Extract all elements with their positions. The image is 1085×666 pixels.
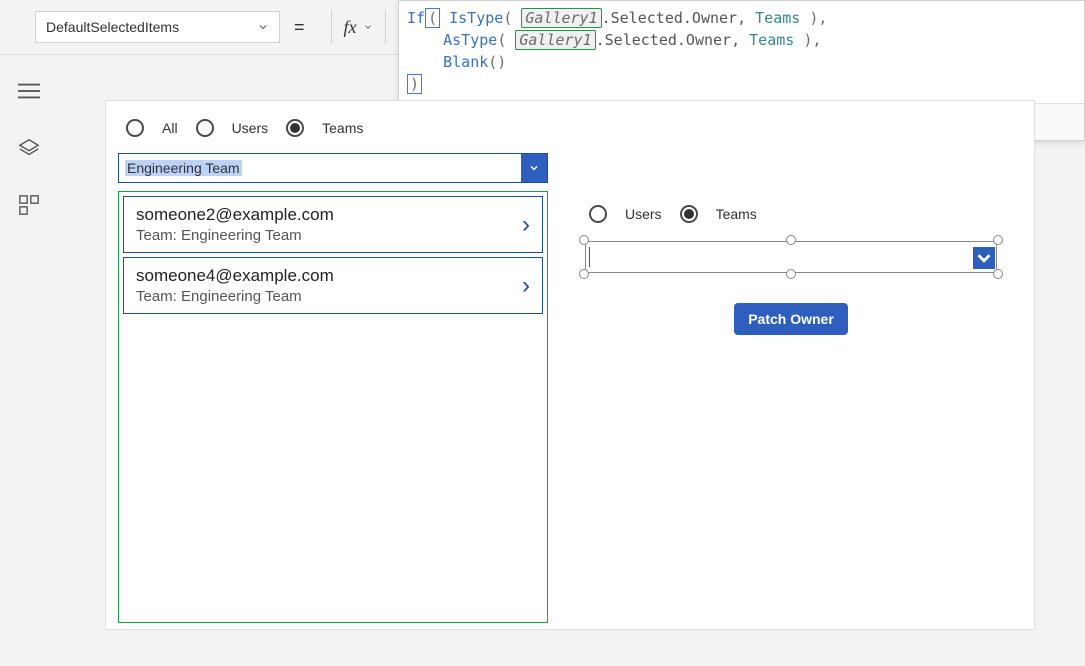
right-radio-group: Users Teams — [589, 201, 1001, 227]
radio-teams-label: Teams — [716, 206, 757, 222]
fx-button[interactable]: fx — [344, 17, 373, 38]
resize-handle[interactable] — [786, 269, 796, 279]
divider — [385, 10, 386, 44]
team-dropdown-value: Engineering Team — [125, 160, 242, 176]
equals-sign: = — [294, 17, 305, 38]
chevron-down-icon — [973, 247, 995, 269]
gallery-ref: Gallery1 — [515, 30, 595, 50]
left-radio-group: All Users Teams — [126, 115, 548, 141]
chevron-right-icon: › — [522, 211, 530, 239]
team-dropdown[interactable]: Engineering Team — [118, 153, 548, 183]
left-rail — [0, 55, 57, 666]
resize-handle[interactable] — [993, 269, 1003, 279]
resize-handle[interactable] — [786, 235, 796, 245]
property-name: DefaultSelectedItems — [46, 19, 179, 35]
list-item[interactable]: someone2@example.com Team: Engineering T… — [123, 196, 543, 253]
components-icon[interactable] — [18, 194, 40, 221]
resize-handle[interactable] — [993, 235, 1003, 245]
list-item[interactable]: someone4@example.com Team: Engineering T… — [123, 257, 543, 314]
item-team: Team: Engineering Team — [136, 227, 334, 244]
item-email: someone4@example.com — [136, 266, 334, 286]
radio-users[interactable] — [196, 119, 214, 137]
chevron-right-icon: › — [522, 272, 530, 300]
radio-teams-label: Teams — [322, 120, 363, 136]
resize-handle[interactable] — [579, 235, 589, 245]
radio-all-label: All — [162, 120, 178, 136]
radio-users-label: Users — [625, 206, 662, 222]
text-caret — [589, 247, 590, 267]
dropdown-button[interactable] — [973, 247, 995, 269]
chevron-down-icon — [528, 162, 540, 174]
radio-all[interactable] — [126, 119, 144, 137]
radio-teams[interactable] — [680, 205, 698, 223]
right-column: Users Teams Patch Owner — [581, 201, 1001, 335]
left-column: All Users Teams Engineering Team someone… — [118, 115, 548, 623]
chevron-down-icon — [363, 22, 373, 32]
gallery-ref: Gallery1 — [521, 8, 601, 28]
item-email: someone2@example.com — [136, 205, 334, 225]
layers-icon[interactable] — [18, 137, 40, 164]
dropdown-button[interactable] — [521, 154, 547, 182]
hamburger-icon[interactable] — [18, 80, 40, 107]
radio-users-label: Users — [232, 120, 269, 136]
item-team: Team: Engineering Team — [136, 288, 334, 305]
radio-users[interactable] — [589, 205, 607, 223]
resize-handle[interactable] — [579, 269, 589, 279]
chevron-down-icon — [257, 21, 269, 33]
fx-label: fx — [344, 17, 357, 38]
radio-teams[interactable] — [286, 119, 304, 137]
property-dropdown[interactable]: DefaultSelectedItems — [35, 11, 280, 43]
gallery: someone2@example.com Team: Engineering T… — [118, 191, 548, 623]
formula-editor[interactable]: If( IsType( Gallery1.Selected.Owner, Tea… — [399, 1, 1084, 103]
patch-owner-button[interactable]: Patch Owner — [734, 303, 848, 335]
canvas: All Users Teams Engineering Team someone… — [105, 100, 1035, 630]
divider — [331, 10, 332, 44]
selected-combobox[interactable] — [581, 237, 1001, 277]
